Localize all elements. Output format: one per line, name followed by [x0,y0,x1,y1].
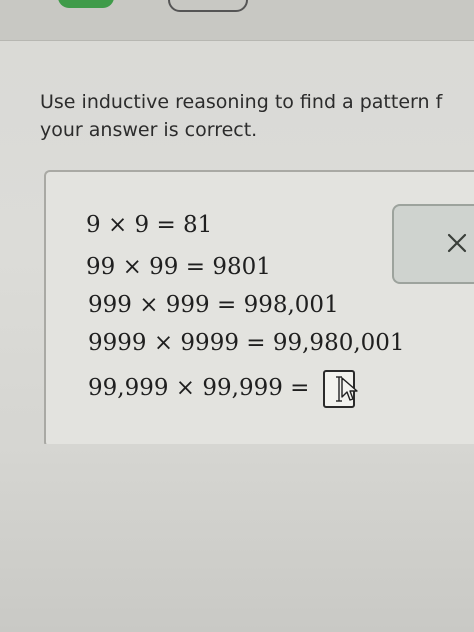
problem-instructions: Use inductive reasoning to find a patter… [40,88,474,144]
page-background [0,444,474,632]
instructions-line-1: Use inductive reasoning to find a patter… [40,91,443,113]
outline-tab-button[interactable] [168,0,248,12]
green-tab-button[interactable] [58,0,114,8]
question-row: 99,999 × 99,999 = [88,370,355,408]
equation-3: 999 × 999 = 998,001 [88,292,339,318]
top-bar [0,0,474,41]
mouse-pointer-icon [341,377,358,401]
instructions-line-2: your answer is correct. [40,119,258,141]
question-expression: 99,999 × 99,999 = [88,375,310,401]
equation-4: 9999 × 9999 = 99,980,001 [88,330,405,356]
equation-2: 99 × 99 = 9801 [86,254,271,280]
equation-1: 9 × 9 = 81 [86,212,213,238]
close-icon[interactable] [446,232,468,254]
